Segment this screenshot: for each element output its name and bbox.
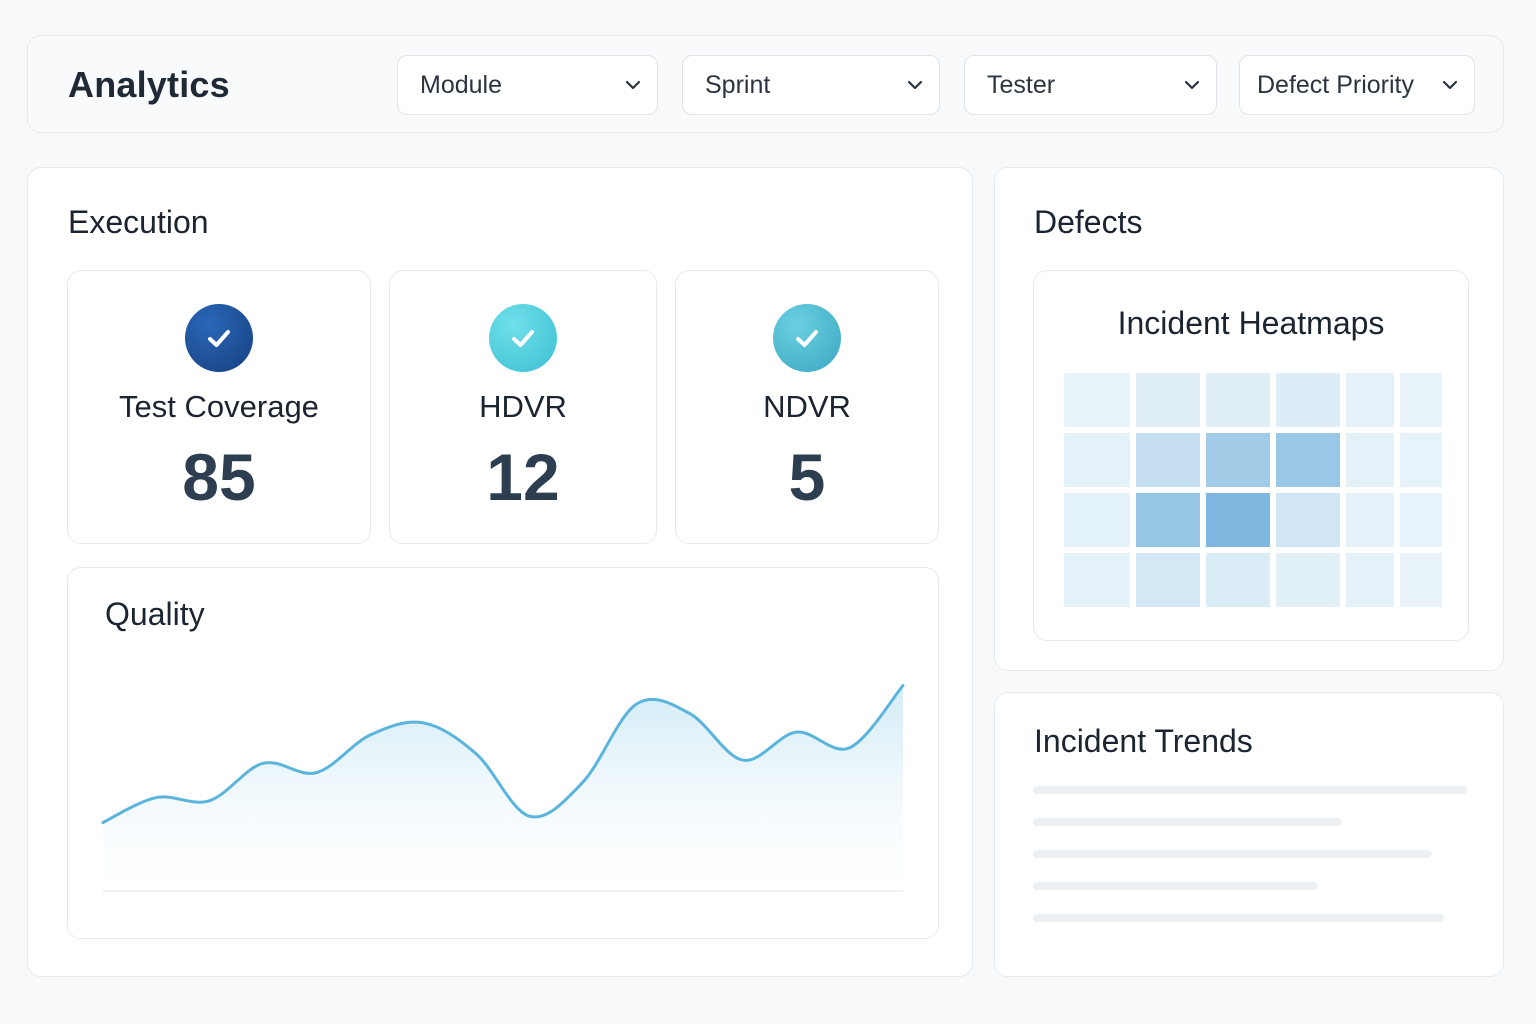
heatmap-cell xyxy=(1206,373,1270,427)
tester-filter-dropdown[interactable]: Tester xyxy=(964,55,1217,115)
heatmap-cell xyxy=(1346,433,1394,487)
chevron-down-icon xyxy=(625,80,641,90)
page-title: Analytics xyxy=(68,64,230,105)
kpi-label: HDVR xyxy=(479,389,567,424)
heatmap-cell xyxy=(1136,553,1200,607)
module-filter-dropdown[interactable]: Module xyxy=(397,55,658,115)
chevron-down-icon xyxy=(1442,80,1458,90)
section-title-execution: Execution xyxy=(68,204,209,240)
heatmap-cell xyxy=(1206,433,1270,487)
heatmap-cell xyxy=(1346,553,1394,607)
kpi-label: NDVR xyxy=(763,389,851,424)
placeholder-line xyxy=(1033,786,1467,794)
heatmap-cell xyxy=(1136,433,1200,487)
kpi-card-ndvr[interactable]: NDVR 5 xyxy=(675,270,939,544)
heatmap-cell xyxy=(1064,373,1130,427)
dropdown-label: Sprint xyxy=(705,70,771,99)
heatmap-cell xyxy=(1064,493,1130,547)
incident-heatmap-grid xyxy=(1064,373,1442,609)
heatmap-cell xyxy=(1136,493,1200,547)
incident-heatmap-card: Incident Heatmaps xyxy=(1033,270,1469,641)
analytics-header: Analytics Module Sprint Tester Defect Pr… xyxy=(27,35,1504,133)
heatmap-cell xyxy=(1276,493,1340,547)
kpi-value: 12 xyxy=(486,440,560,514)
placeholder-line xyxy=(1033,882,1318,890)
incident-trends-panel: Incident Trends xyxy=(994,692,1504,977)
heatmap-cell xyxy=(1400,373,1442,427)
section-title-incident-trends: Incident Trends xyxy=(1034,723,1253,759)
check-icon xyxy=(489,304,557,372)
heatmap-cell xyxy=(1206,493,1270,547)
heatmap-cell xyxy=(1136,373,1200,427)
execution-panel: Execution Test Coverage 85 HDVR 12 NDVR … xyxy=(27,167,973,977)
dropdown-label: Module xyxy=(420,70,502,99)
chevron-down-icon xyxy=(1184,80,1200,90)
defects-panel: Defects Incident Heatmaps xyxy=(994,167,1504,671)
check-icon xyxy=(185,304,253,372)
section-title-defects: Defects xyxy=(1034,204,1143,240)
quality-chart-card: Quality xyxy=(67,567,939,939)
heatmap-cell xyxy=(1400,433,1442,487)
sprint-filter-dropdown[interactable]: Sprint xyxy=(682,55,940,115)
check-icon xyxy=(773,304,841,372)
heatmap-cell xyxy=(1276,553,1340,607)
heatmap-title: Incident Heatmaps xyxy=(1117,305,1385,341)
chevron-down-icon xyxy=(907,80,923,90)
placeholder-line xyxy=(1033,818,1342,826)
kpi-label: Test Coverage xyxy=(119,389,319,424)
heatmap-cell xyxy=(1276,433,1340,487)
heatmap-cell xyxy=(1346,373,1394,427)
kpi-card-hdvr[interactable]: HDVR 12 xyxy=(389,270,657,544)
quality-area-chart xyxy=(101,683,905,892)
heatmap-cell xyxy=(1064,553,1130,607)
heatmap-cell xyxy=(1400,553,1442,607)
heatmap-cell xyxy=(1276,373,1340,427)
heatmap-cell xyxy=(1346,493,1394,547)
kpi-value: 5 xyxy=(788,440,826,514)
placeholder-line xyxy=(1033,850,1432,858)
placeholder-line xyxy=(1033,914,1444,922)
heatmap-cell xyxy=(1206,553,1270,607)
dropdown-label: Defect Priority xyxy=(1257,70,1414,99)
defect-priority-filter-dropdown[interactable]: Defect Priority xyxy=(1239,55,1475,115)
kpi-card-test-coverage[interactable]: Test Coverage 85 xyxy=(67,270,371,544)
kpi-value: 85 xyxy=(182,440,256,514)
heatmap-cell xyxy=(1400,493,1442,547)
heatmap-cell xyxy=(1064,433,1130,487)
dropdown-label: Tester xyxy=(987,70,1056,99)
